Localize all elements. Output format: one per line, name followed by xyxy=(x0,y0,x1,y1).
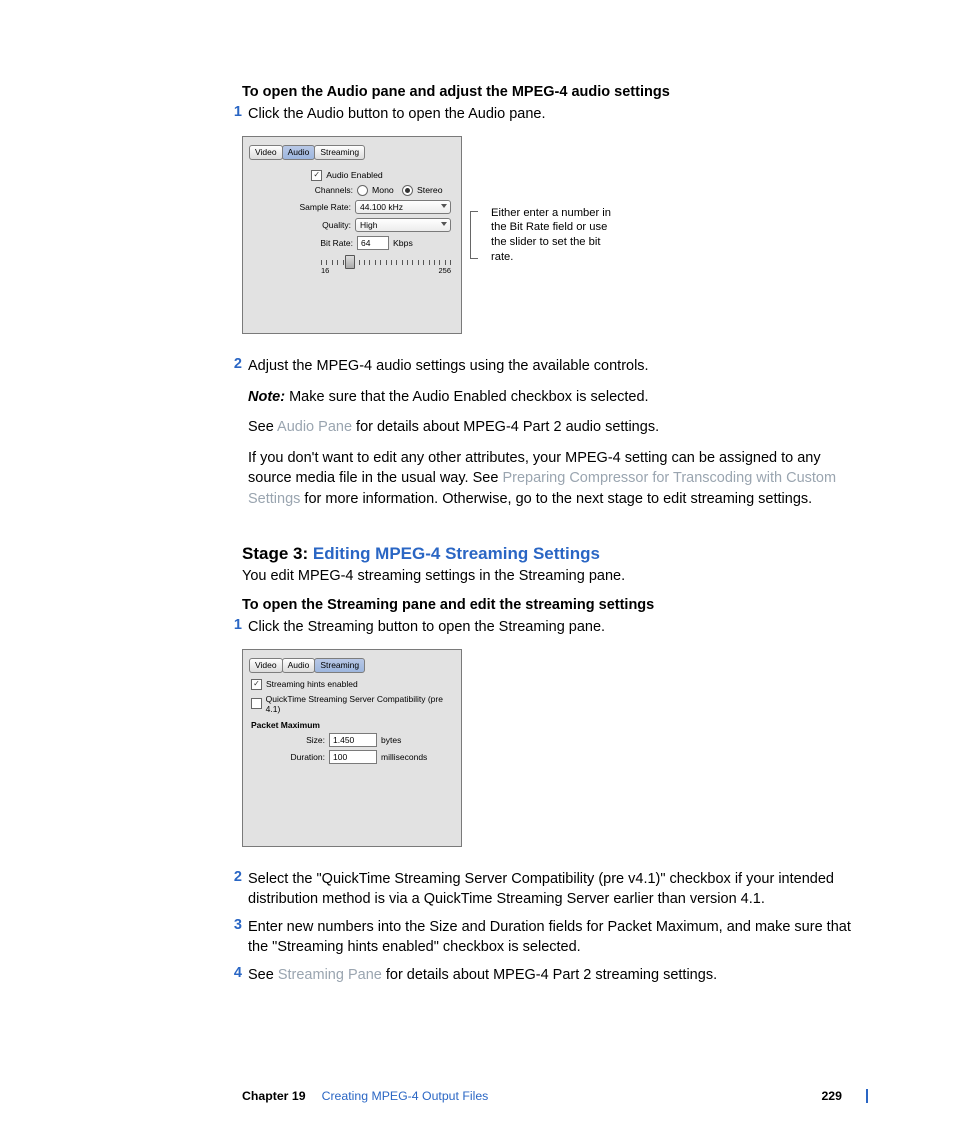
streaming-pane-panel: Video Audio Streaming ✓ Streaming hints … xyxy=(242,649,462,847)
channels-label: Channels: xyxy=(295,185,353,195)
streaming-pane-link[interactable]: Streaming Pane xyxy=(278,967,382,983)
page-footer: Chapter 19 Creating MPEG-4 Output Files … xyxy=(242,1089,868,1103)
callout-line xyxy=(470,211,485,259)
radio-stereo[interactable] xyxy=(402,185,413,196)
audio-pane-link[interactable]: Audio Pane xyxy=(277,419,352,435)
tab-audio[interactable]: Audio xyxy=(282,658,316,673)
step-text: Click the Streaming button to open the S… xyxy=(248,617,868,637)
packet-max-label: Packet Maximum xyxy=(251,720,453,730)
stage-prefix: Stage 3: xyxy=(242,544,313,563)
see-suffix: for details about MPEG-4 Part 2 audio se… xyxy=(352,419,659,435)
chapter-title: Creating MPEG-4 Output Files xyxy=(322,1089,489,1103)
audio-enabled-checkbox[interactable]: ✓ xyxy=(311,170,322,181)
stereo-label: Stereo xyxy=(417,185,451,195)
task-heading-1: To open the Audio pane and adjust the MP… xyxy=(242,84,868,100)
step-text: Enter new numbers into the Size and Dura… xyxy=(248,917,868,957)
size-unit: bytes xyxy=(381,735,401,745)
step-number: 1 xyxy=(222,617,248,633)
note-body: Make sure that the Audio Enabled checkbo… xyxy=(285,389,649,405)
see-prefix: See xyxy=(248,419,277,435)
step-text: Select the "QuickTime Streaming Server C… xyxy=(248,869,868,909)
callout-text: Either enter a number in the Bit Rate fi… xyxy=(491,206,621,264)
stage-intro: You edit MPEG-4 streaming settings in th… xyxy=(242,566,868,587)
step-text: Adjust the MPEG-4 audio settings using t… xyxy=(248,356,868,377)
streaming-hints-label: Streaming hints enabled xyxy=(266,679,358,689)
duration-unit: milliseconds xyxy=(381,752,427,762)
audio-pane-panel: Video Audio Streaming ✓ Audio Enabled Ch… xyxy=(242,136,462,334)
tab-streaming[interactable]: Streaming xyxy=(314,145,365,160)
bitrate-input[interactable]: 64 xyxy=(357,236,389,250)
tab-video[interactable]: Video xyxy=(249,145,283,160)
duration-input[interactable]: 100 xyxy=(329,750,377,764)
slider-max: 256 xyxy=(438,266,451,275)
mono-label: Mono xyxy=(372,185,398,195)
streaming-pane-figure: Video Audio Streaming ✓ Streaming hints … xyxy=(242,649,868,847)
bitrate-unit: Kbps xyxy=(393,238,451,248)
duration-label: Duration: xyxy=(251,752,325,762)
streaming-hints-checkbox[interactable]: ✓ xyxy=(251,679,262,690)
qt-compat-checkbox[interactable] xyxy=(251,698,262,709)
tab-video[interactable]: Video xyxy=(249,658,283,673)
tab-audio[interactable]: Audio xyxy=(282,145,316,160)
bitrate-slider[interactable]: 16 256 xyxy=(321,254,451,272)
samplerate-dropdown[interactable]: 44.100 kHz xyxy=(355,200,451,214)
note-label: Note: xyxy=(248,389,285,405)
tab-streaming[interactable]: Streaming xyxy=(314,658,365,673)
task-heading-2: To open the Streaming pane and edit the … xyxy=(242,597,868,613)
see-prefix: See xyxy=(248,967,278,983)
size-label: Size: xyxy=(251,735,325,745)
step-number: 4 xyxy=(222,965,248,981)
step-text: Click the Audio button to open the Audio… xyxy=(248,104,868,124)
step-number: 3 xyxy=(222,917,248,933)
audio-pane-figure: Video Audio Streaming ✓ Audio Enabled Ch… xyxy=(242,136,868,334)
para-if-b: for more information. Otherwise, go to t… xyxy=(300,491,812,507)
size-input[interactable]: 1.450 xyxy=(329,733,377,747)
quality-dropdown[interactable]: High xyxy=(355,218,451,232)
stage-title-link[interactable]: Editing MPEG-4 Streaming Settings xyxy=(313,544,600,563)
step-number: 1 xyxy=(222,104,248,120)
samplerate-label: Sample Rate: xyxy=(293,202,351,212)
stage-3-heading: Stage 3: Editing MPEG-4 Streaming Settin… xyxy=(242,544,868,564)
chapter-label: Chapter 19 xyxy=(242,1089,306,1103)
see-suffix: for details about MPEG-4 Part 2 streamin… xyxy=(382,967,717,983)
qt-compat-label: QuickTime Streaming Server Compatibility… xyxy=(266,694,453,714)
step-number: 2 xyxy=(222,869,248,885)
slider-min: 16 xyxy=(321,266,329,275)
quality-label: Quality: xyxy=(293,220,351,230)
page-number: 229 xyxy=(821,1089,842,1103)
audio-enabled-label: Audio Enabled xyxy=(326,170,383,180)
bitrate-label: Bit Rate: xyxy=(295,238,353,248)
radio-mono[interactable] xyxy=(357,185,368,196)
step-number: 2 xyxy=(222,356,248,372)
